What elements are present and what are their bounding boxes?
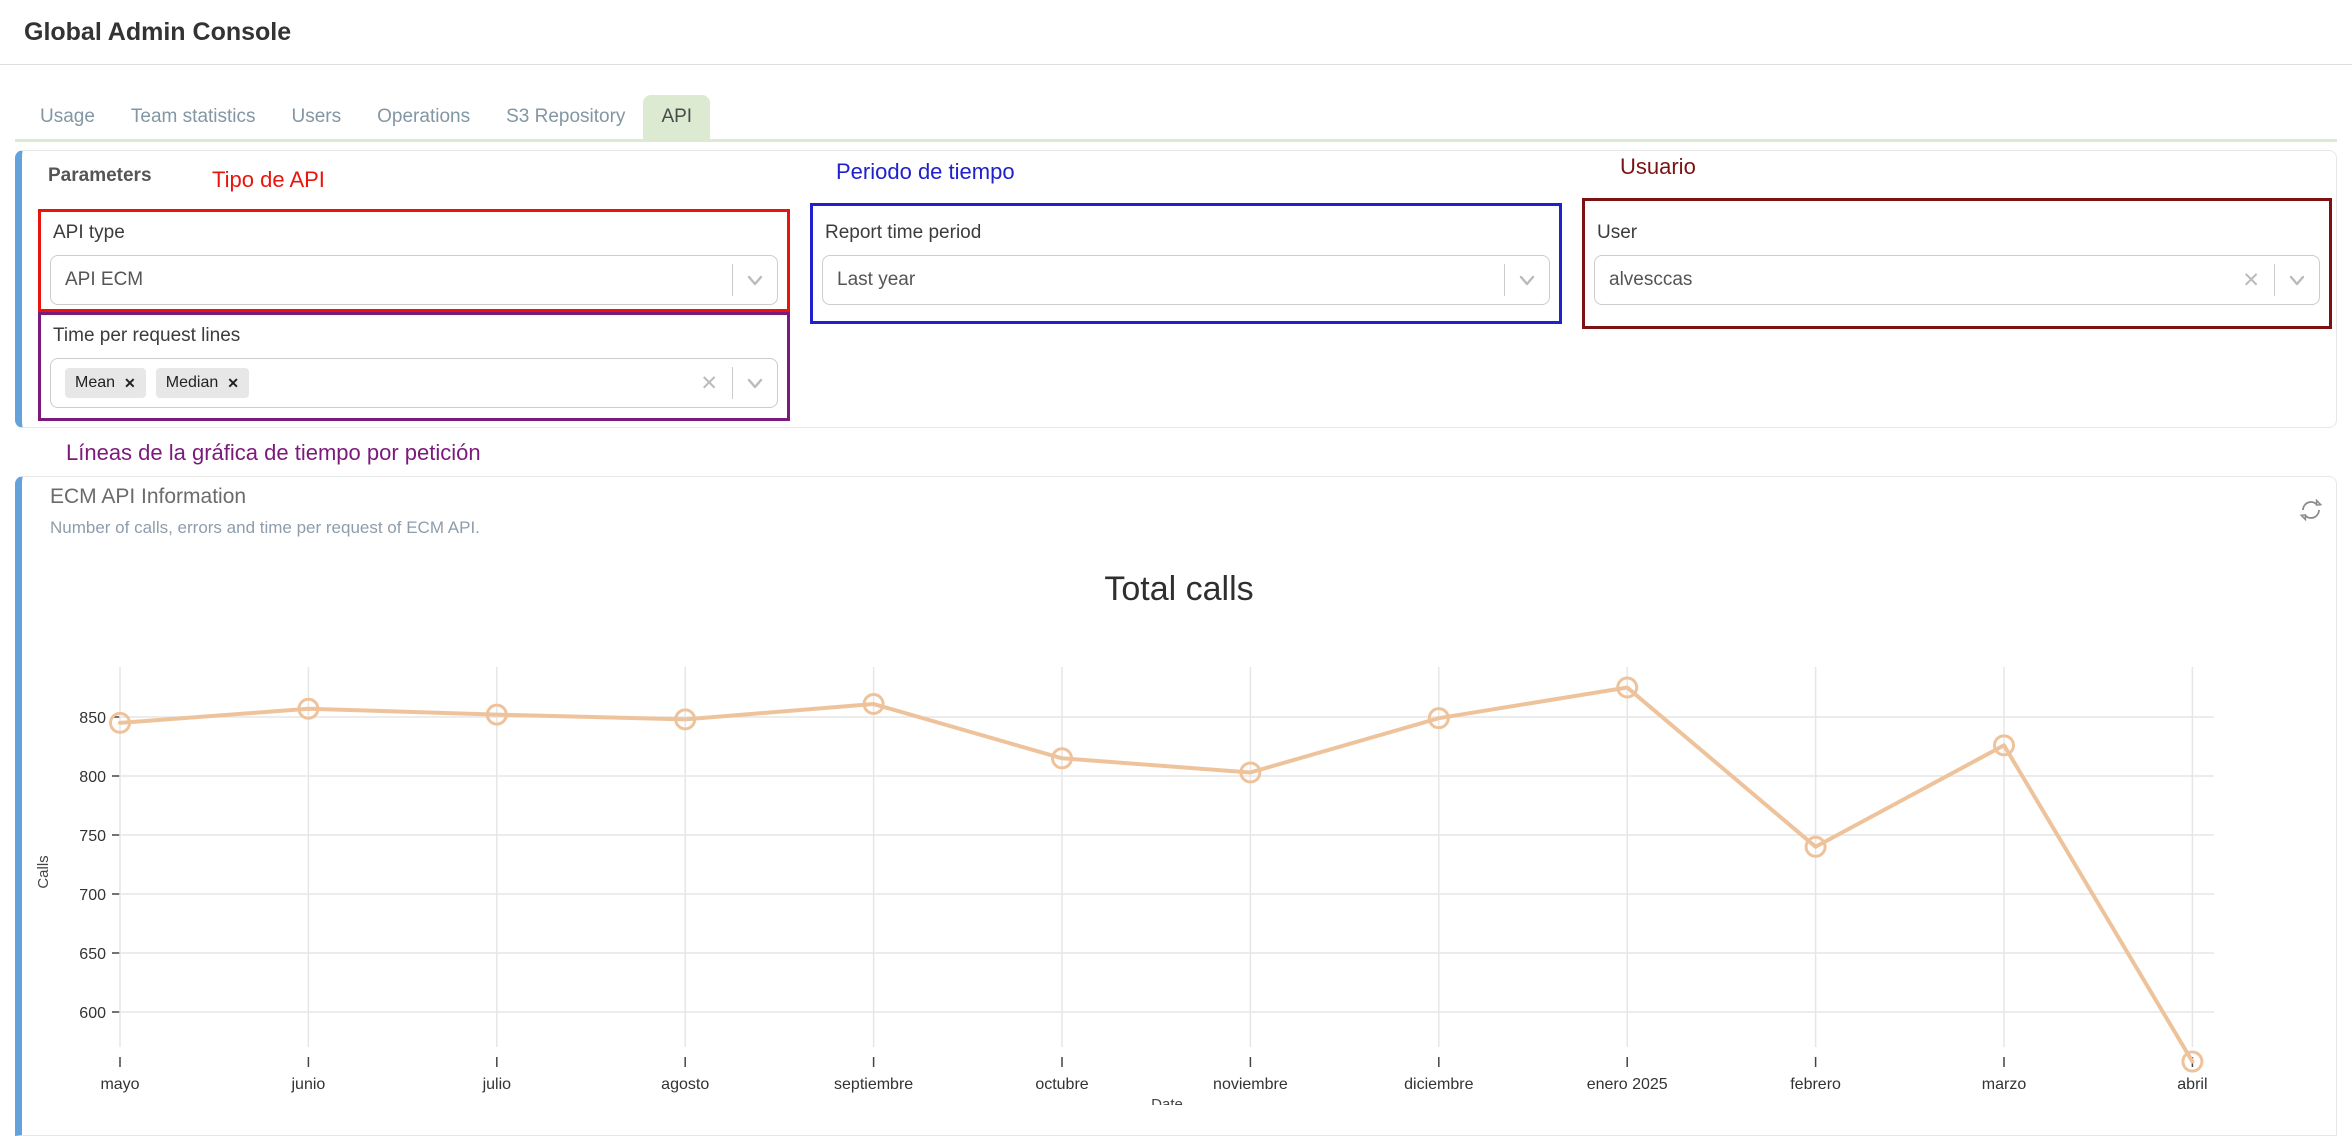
annotation-usuario: Usuario [1620,154,1696,180]
select-divider [1504,264,1505,296]
api-type-value: API ECM [65,269,732,291]
tab-usage[interactable]: Usage [22,95,113,139]
svg-text:junio: junio [290,1076,325,1093]
tab-operations[interactable]: Operations [359,95,488,139]
report-time-period-annotation-box: Report time period Last year [810,203,1562,324]
user-value: alvesccas [1609,269,2238,291]
tab-team-statistics[interactable]: Team statistics [113,95,274,139]
parameters-card: Parameters Tipo de API Periodo de tiempo… [15,150,2337,428]
select-divider [732,264,733,296]
select-divider [732,367,733,399]
tab-users[interactable]: Users [274,95,360,139]
svg-text:650: 650 [79,946,106,963]
api-type-label: API type [53,222,778,244]
svg-text:Calls: Calls [35,855,52,888]
annotation-periodo-de-tiempo: Periodo de tiempo [836,159,1015,185]
svg-text:marzo: marzo [1982,1076,2027,1093]
total-calls-line-chart: 850 800 750 700 650 600 mayo junio julio agosto se… [28,657,2328,1105]
chart-card: ECM API Information Number of calls, err… [15,476,2337,1136]
api-type-annotation-box: API type API ECM [38,209,790,312]
svg-text:enero 2025: enero 2025 [1587,1076,1668,1093]
user-label: User [1597,222,2320,244]
user-annotation-box: User alvesccas ✕ [1582,198,2332,329]
svg-text:850: 850 [79,710,106,727]
svg-text:noviembre: noviembre [1213,1076,1288,1093]
svg-text:800: 800 [79,769,106,786]
tag-remove-icon[interactable]: ✕ [124,375,136,392]
refresh-icon[interactable] [2298,497,2324,528]
app-header: Global Admin Console [0,0,2352,65]
tag-mean[interactable]: Mean ✕ [65,368,146,398]
annotation-tipo-de-api: Tipo de API [212,167,325,193]
svg-text:septiembre: septiembre [834,1076,913,1093]
clear-selection-icon[interactable]: ✕ [696,373,722,394]
tag-label: Mean [75,374,115,392]
svg-text:700: 700 [79,887,106,904]
svg-text:Date: Date [1151,1096,1183,1105]
report-time-period-label: Report time period [825,222,1550,244]
svg-text:octubre: octubre [1035,1076,1088,1093]
svg-text:diciembre: diciembre [1404,1076,1473,1093]
parameters-section-title: Parameters [48,165,152,187]
svg-text:mayo: mayo [100,1076,139,1093]
select-divider [2274,264,2275,296]
chevron-down-icon[interactable] [2285,268,2309,292]
svg-text:abril: abril [2177,1076,2207,1093]
time-per-request-lines-select[interactable]: Mean ✕ Median ✕ ✕ [50,358,778,408]
chart-card-title: ECM API Information [50,485,246,509]
page-title: Global Admin Console [24,18,291,47]
chevron-down-icon[interactable] [1515,268,1539,292]
chevron-down-icon[interactable] [743,268,767,292]
tag-label: Median [166,374,218,392]
api-type-select[interactable]: API ECM [50,255,778,305]
report-time-period-value: Last year [837,269,1504,291]
tab-api[interactable]: API [643,95,710,139]
svg-text:febrero: febrero [1790,1076,1841,1093]
annotation-lineas-grafica: Líneas de la gráfica de tiempo por petic… [66,440,2352,466]
tag-remove-icon[interactable]: ✕ [227,375,239,392]
chart-card-subtitle: Number of calls, errors and time per req… [50,518,480,538]
time-lines-tags: Mean ✕ Median ✕ [65,368,696,398]
user-select[interactable]: alvesccas ✕ [1594,255,2320,305]
tab-bar: UsageTeam statisticsUsersOperationsS3 Re… [15,95,2337,142]
tag-median[interactable]: Median ✕ [156,368,249,398]
chart-title: Total calls [22,570,2336,609]
svg-text:750: 750 [79,828,106,845]
tab-s3-repository[interactable]: S3 Repository [488,95,643,139]
svg-text:julio: julio [482,1076,512,1093]
svg-text:600: 600 [79,1005,106,1022]
chevron-down-icon[interactable] [743,371,767,395]
report-time-period-select[interactable]: Last year [822,255,1550,305]
clear-selection-icon[interactable]: ✕ [2238,270,2264,291]
time-per-request-lines-label: Time per request lines [53,325,778,347]
svg-text:agosto: agosto [661,1076,709,1093]
time-per-request-lines-annotation-box: Time per request lines Mean ✕ Median ✕ ✕ [38,312,790,421]
